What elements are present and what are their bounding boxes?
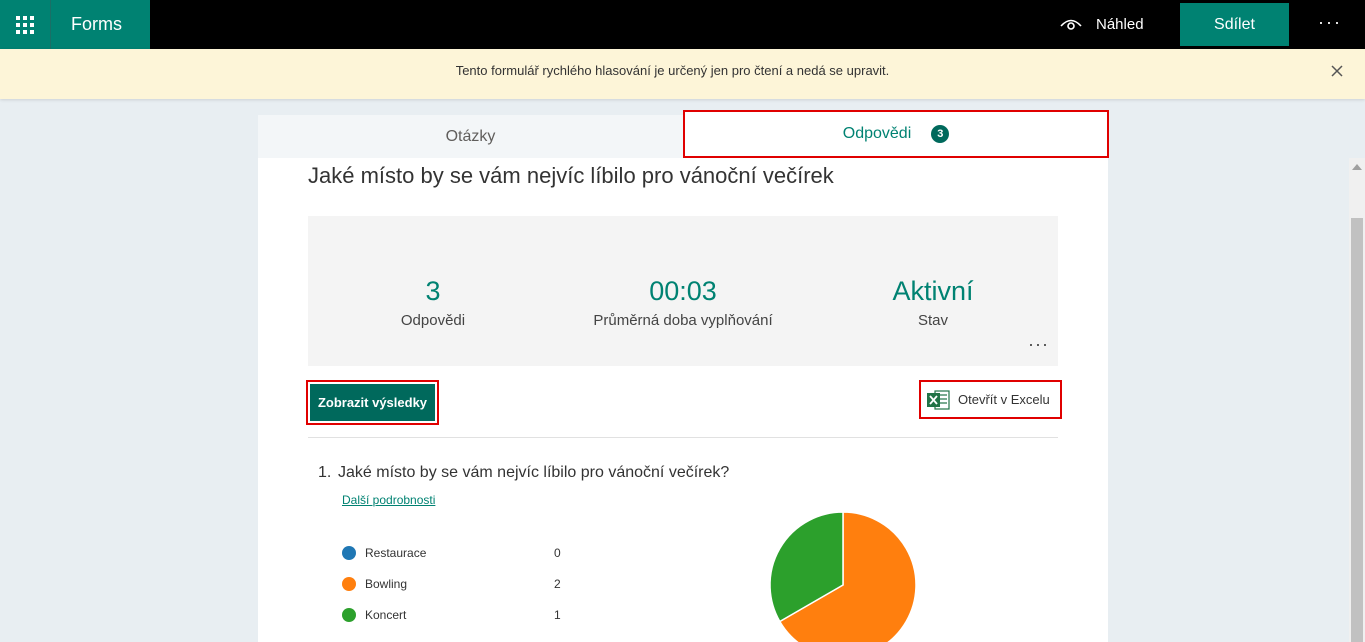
view-results-button[interactable]: Zobrazit výsledky xyxy=(306,380,439,425)
stats-more-button[interactable]: ··· xyxy=(1028,334,1049,355)
legend-count: 1 xyxy=(554,608,561,622)
legend-dot-koncert xyxy=(342,608,356,622)
stat-status-value: Aktivní xyxy=(892,276,974,306)
legend-dot-restaurace xyxy=(342,546,356,560)
form-title: Jaké místo by se vám nejvíc líbilo pro v… xyxy=(308,163,834,188)
waffle-icon xyxy=(16,15,34,34)
stat-responses-value: 3 xyxy=(425,276,441,306)
legend-count: 2 xyxy=(554,577,561,591)
page-scrollbar[interactable] xyxy=(1349,158,1365,642)
tab-questions-label: Otázky xyxy=(445,127,496,145)
tab-responses-label: Odpovědi xyxy=(842,125,912,142)
eye-icon xyxy=(1060,19,1082,30)
question-number: 1. xyxy=(318,464,332,481)
responses-count-badge: 3 xyxy=(931,125,950,143)
stat-average-time-value: 00:03 xyxy=(649,276,717,306)
tab-responses[interactable]: Odpovědi 3 xyxy=(683,110,1109,158)
excel-icon xyxy=(927,389,950,410)
close-icon[interactable] xyxy=(1329,63,1345,79)
chart-legend: Restaurace 0 Bowling 2 Koncert 1 xyxy=(342,542,572,635)
top-bar: Forms Náhled Sdílet ··· xyxy=(0,0,1365,49)
scroll-up-arrow-icon[interactable] xyxy=(1352,164,1362,170)
question-text: Jaké místo by se vám nejvíc líbilo pro v… xyxy=(338,464,730,481)
more-details-link[interactable]: Další podrobnosti xyxy=(342,493,435,507)
preview-button[interactable]: Náhled xyxy=(1060,0,1144,49)
readonly-notice: Tento formulář rychlého hlasování je urč… xyxy=(0,49,1365,99)
stat-average-time: 00:03 Průměrná doba vyplňování xyxy=(558,276,808,329)
legend-item: Koncert 1 xyxy=(342,604,572,635)
open-in-excel-label: Otevřít v Excelu xyxy=(958,392,1050,407)
stat-responses-label: Odpovědi xyxy=(400,312,466,329)
responses-pie-chart xyxy=(769,511,917,642)
more-options-button[interactable]: ··· xyxy=(1318,12,1342,33)
app-launcher-button[interactable] xyxy=(0,0,51,49)
stat-status: Aktivní Stav xyxy=(808,276,1058,329)
legend-item: Bowling 2 xyxy=(342,573,572,604)
view-results-label: Zobrazit výsledky xyxy=(310,384,435,421)
legend-label: Koncert xyxy=(365,608,407,622)
app-name[interactable]: Forms xyxy=(51,0,150,49)
open-in-excel-button[interactable]: Otevřít v Excelu xyxy=(919,380,1062,419)
preview-label: Náhled xyxy=(1096,16,1144,33)
scroll-thumb[interactable] xyxy=(1351,218,1363,642)
stat-average-time-label: Průměrná doba vyplňování xyxy=(593,312,773,329)
notice-text: Tento formulář rychlého hlasování je urč… xyxy=(455,63,890,78)
tab-questions[interactable]: Otázky xyxy=(258,115,683,158)
legend-label: Restaurace xyxy=(365,546,427,560)
responses-card: Jaké místo by se vám nejvíc líbilo pro v… xyxy=(258,158,1108,642)
legend-item: Restaurace 0 xyxy=(342,542,572,573)
section-divider xyxy=(308,437,1058,438)
stat-responses: 3 Odpovědi xyxy=(308,276,558,329)
legend-count: 0 xyxy=(554,546,561,560)
stats-panel: 3 Odpovědi 00:03 Průměrná doba vyplňován… xyxy=(308,216,1058,366)
question-heading: 1. Jaké místo by se vám nejvíc líbilo pro… xyxy=(318,464,729,482)
stat-status-label: Stav xyxy=(917,312,948,329)
legend-dot-bowling xyxy=(342,577,356,591)
legend-label: Bowling xyxy=(365,577,408,591)
share-button[interactable]: Sdílet xyxy=(1180,3,1289,46)
